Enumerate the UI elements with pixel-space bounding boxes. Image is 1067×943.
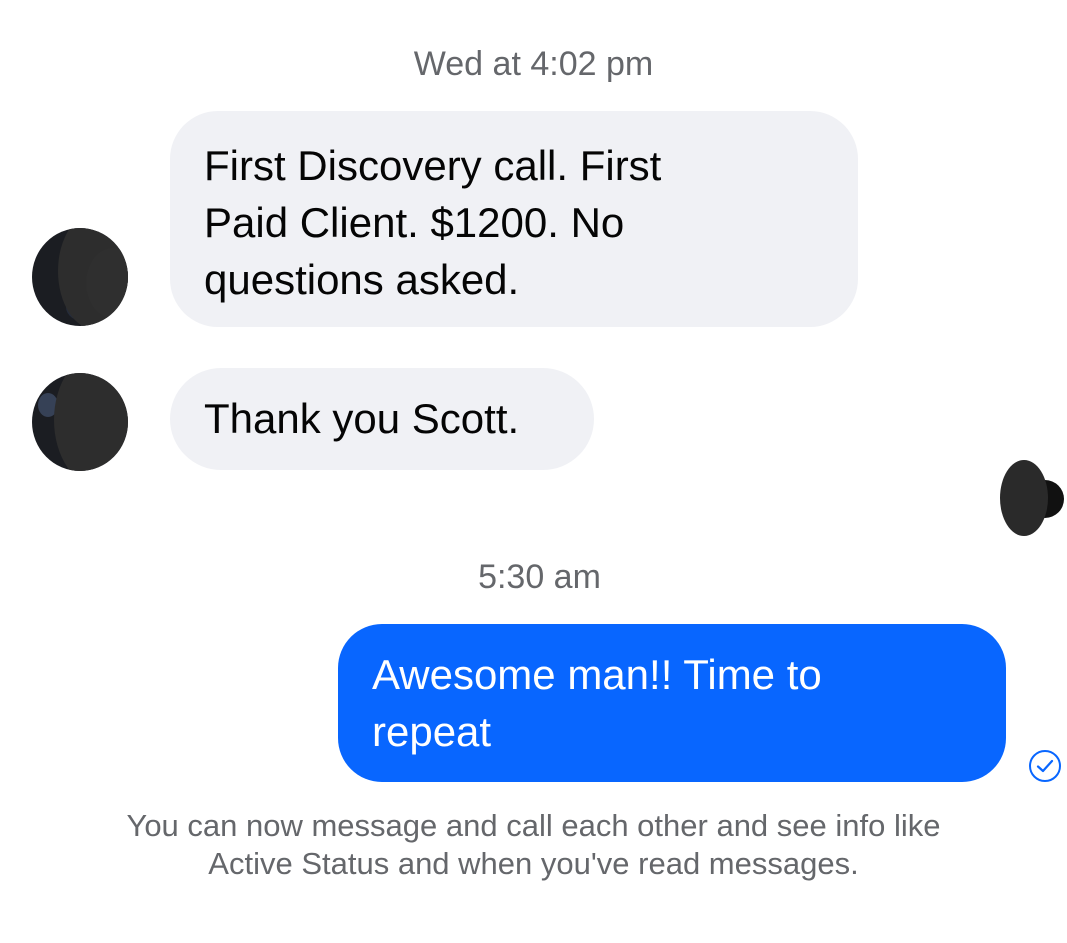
incoming-message-bubble[interactable]: Thank you Scott. <box>170 368 594 470</box>
message-line: First Discovery call. First <box>204 142 662 189</box>
connection-notice: You can now message and call each other … <box>0 807 1067 883</box>
timestamp-header: 5:30 am <box>478 558 601 596</box>
messenger-thread: { "thread": { "timestamp_1": "Wed at 4:0… <box>0 0 1067 943</box>
notice-line: Active Status and when you've read messa… <box>208 846 859 881</box>
outgoing-message-bubble[interactable]: Awesome man!! Time to repeat <box>338 624 1006 782</box>
message-text: Thank you Scott. <box>204 395 520 442</box>
sent-check-icon <box>1029 750 1061 782</box>
message-line: questions asked. <box>204 256 520 303</box>
message-line: repeat <box>372 708 492 755</box>
contact-avatar[interactable] <box>32 228 128 326</box>
timestamp-header: Wed at 4:02 pm <box>413 45 654 83</box>
seen-avatar-icon <box>1000 460 1064 536</box>
contact-avatar[interactable] <box>32 373 128 471</box>
notice-line: You can now message and call each other … <box>126 808 941 843</box>
incoming-message-bubble[interactable]: First Discovery call. First Paid Client.… <box>170 111 858 327</box>
message-line: Awesome man!! Time to <box>372 651 822 698</box>
message-line: Paid Client. $1200. No <box>204 199 625 246</box>
